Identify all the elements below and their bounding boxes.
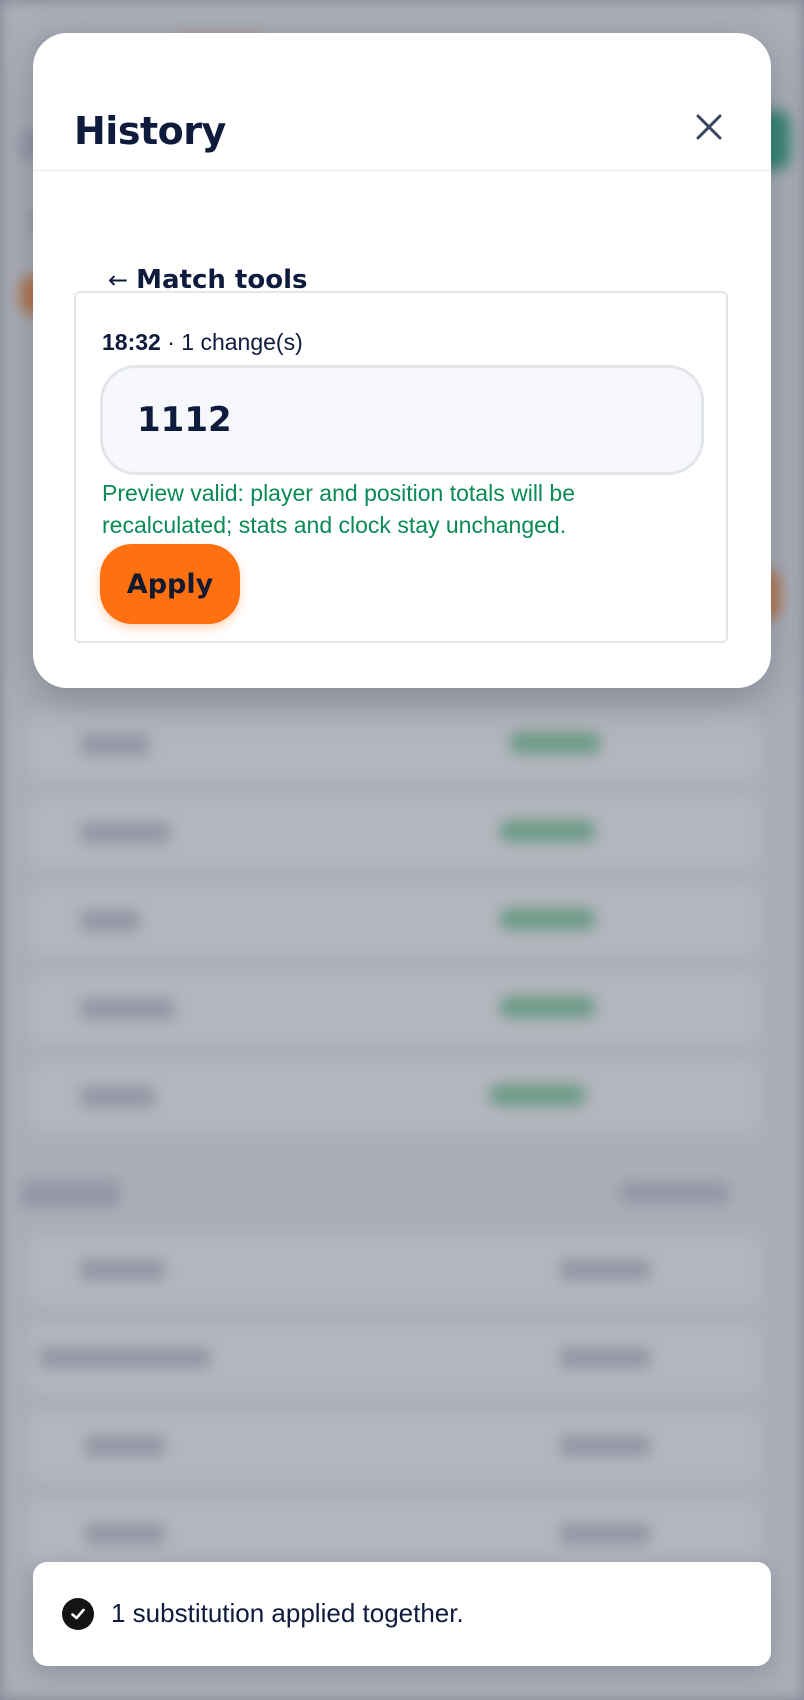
entry-time: 18:32 (102, 329, 161, 355)
history-entry-card: 18:32 · 1 change(s) Preview valid: playe… (74, 291, 728, 643)
close-icon (696, 114, 722, 140)
entry-change-count: 1 change(s) (181, 329, 303, 355)
modal-header: History (33, 33, 771, 171)
entry-meta: 18:32 · 1 change(s) (102, 329, 303, 356)
apply-button[interactable]: Apply (100, 544, 240, 624)
toast-message: 1 substitution applied together. (111, 1598, 464, 1628)
back-arrow-icon: ← (108, 266, 129, 294)
substitution-input[interactable] (100, 365, 704, 475)
modal-title: History (74, 109, 226, 153)
toast-notification: 1 substitution applied together. (33, 1562, 771, 1666)
entry-separator: · (167, 329, 175, 355)
close-button[interactable] (683, 101, 735, 153)
check-circle-icon (62, 1598, 94, 1630)
preview-status-message: Preview valid: player and position total… (102, 480, 576, 538)
history-modal: History ← Match tools 18:32 · 1 change(s… (33, 33, 771, 688)
